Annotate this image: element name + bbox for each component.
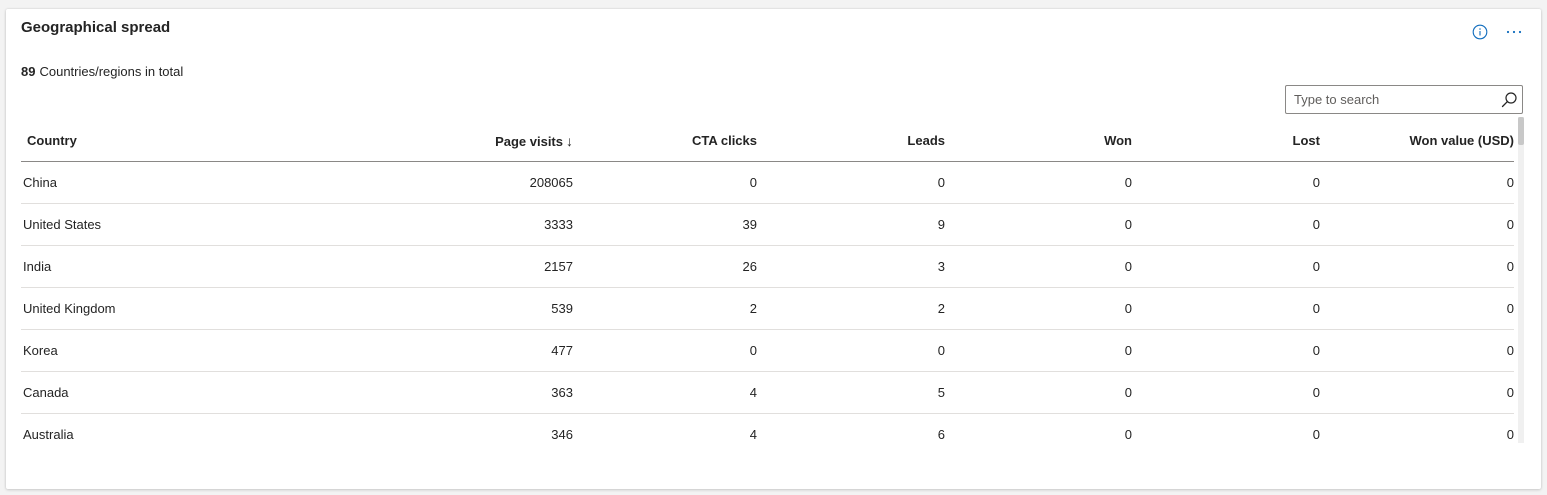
cell-leads: 9	[757, 203, 945, 246]
column-header-page-visits-label: Page visits	[495, 133, 563, 149]
cell-won-value: 0	[1320, 287, 1514, 330]
cell-won-value: 0	[1320, 413, 1514, 441]
cell-won-value: 0	[1320, 329, 1514, 372]
cell-cta-clicks: 0	[573, 161, 757, 204]
cell-cta-clicks: 4	[573, 371, 757, 414]
geo-table: Country Page visits ↓ CTA clicks Leads Wo…	[21, 121, 1514, 441]
countries-summary-label: Countries/regions in total	[39, 64, 184, 79]
cell-cta-clicks: 26	[573, 245, 757, 288]
cell-won: 0	[945, 161, 1132, 204]
cell-leads: 2	[757, 287, 945, 330]
cell-cta-clicks: 39	[573, 203, 757, 246]
cell-lost: 0	[1132, 287, 1320, 330]
cell-page-visits: 346	[331, 413, 573, 441]
table-header-row: Country Page visits ↓ CTA clicks Leads Wo…	[21, 121, 1514, 162]
countries-count: 89	[21, 64, 36, 79]
cell-country: Canada	[21, 371, 331, 414]
cell-won: 0	[945, 329, 1132, 372]
cell-page-visits: 539	[331, 287, 573, 330]
cell-leads: 3	[757, 245, 945, 288]
cell-won: 0	[945, 371, 1132, 414]
table-scrollbar[interactable]	[1518, 117, 1524, 443]
cell-lost: 0	[1132, 203, 1320, 246]
column-header-won-value[interactable]: Won value (USD)	[1320, 121, 1514, 162]
table-row[interactable]: Korea 477 0 0 0 0 0	[21, 329, 1514, 372]
cell-won: 0	[945, 413, 1132, 441]
cell-leads: 0	[757, 329, 945, 372]
cell-leads: 6	[757, 413, 945, 441]
geographical-spread-card: Geographical spread 89 Countries/regions …	[6, 9, 1541, 489]
table-row[interactable]: United States 3333 39 9 0 0 0	[21, 203, 1514, 246]
cell-won: 0	[945, 245, 1132, 288]
cell-won-value: 0	[1320, 161, 1514, 204]
column-header-cta-clicks[interactable]: CTA clicks	[573, 121, 757, 162]
column-header-lost[interactable]: Lost	[1132, 121, 1320, 162]
cell-cta-clicks: 2	[573, 287, 757, 330]
cell-lost: 0	[1132, 371, 1320, 414]
more-options-icon[interactable]	[1505, 23, 1523, 41]
column-header-page-visits[interactable]: Page visits ↓	[331, 121, 573, 162]
sort-descending-icon: ↓	[566, 132, 573, 149]
cell-country: China	[21, 161, 331, 204]
cell-page-visits: 363	[331, 371, 573, 414]
table-row[interactable]: India 2157 26 3 0 0 0	[21, 245, 1514, 288]
cell-won: 0	[945, 203, 1132, 246]
cell-lost: 0	[1132, 161, 1320, 204]
table-row[interactable]: Canada 363 4 5 0 0 0	[21, 371, 1514, 414]
cell-page-visits: 2157	[331, 245, 573, 288]
column-header-leads[interactable]: Leads	[757, 121, 945, 162]
cell-page-visits: 477	[331, 329, 573, 372]
cell-country: United States	[21, 203, 331, 246]
cell-lost: 0	[1132, 413, 1320, 441]
cell-won-value: 0	[1320, 245, 1514, 288]
cell-lost: 0	[1132, 329, 1320, 372]
table-row[interactable]: United Kingdom 539 2 2 0 0 0	[21, 287, 1514, 330]
column-header-won[interactable]: Won	[945, 121, 1132, 162]
cell-country: Korea	[21, 329, 331, 372]
cell-lost: 0	[1132, 245, 1320, 288]
cell-leads: 5	[757, 371, 945, 414]
cell-country: Australia	[21, 413, 331, 441]
search-input[interactable]	[1286, 86, 1496, 113]
table-scrollbar-thumb[interactable]	[1518, 117, 1524, 145]
column-header-country[interactable]: Country	[21, 121, 331, 162]
search-icon[interactable]	[1496, 86, 1522, 113]
card-title: Geographical spread	[21, 19, 171, 36]
countries-summary: 89 Countries/regions in total	[21, 64, 183, 79]
table-row[interactable]: China 208065 0 0 0 0 0	[21, 161, 1514, 204]
table-row[interactable]: Australia 346 4 6 0 0 0	[21, 413, 1514, 441]
cell-page-visits: 3333	[331, 203, 573, 246]
cell-leads: 0	[757, 161, 945, 204]
cell-won-value: 0	[1320, 203, 1514, 246]
info-icon[interactable]	[1471, 23, 1489, 41]
search-box[interactable]	[1285, 85, 1523, 114]
cell-country: India	[21, 245, 331, 288]
cell-cta-clicks: 0	[573, 329, 757, 372]
cell-won-value: 0	[1320, 371, 1514, 414]
cell-page-visits: 208065	[331, 161, 573, 204]
geo-table-container: Country Page visits ↓ CTA clicks Leads Wo…	[21, 121, 1514, 441]
card-header-actions	[1471, 23, 1523, 41]
cell-won: 0	[945, 287, 1132, 330]
cell-cta-clicks: 4	[573, 413, 757, 441]
cell-country: United Kingdom	[21, 287, 331, 330]
